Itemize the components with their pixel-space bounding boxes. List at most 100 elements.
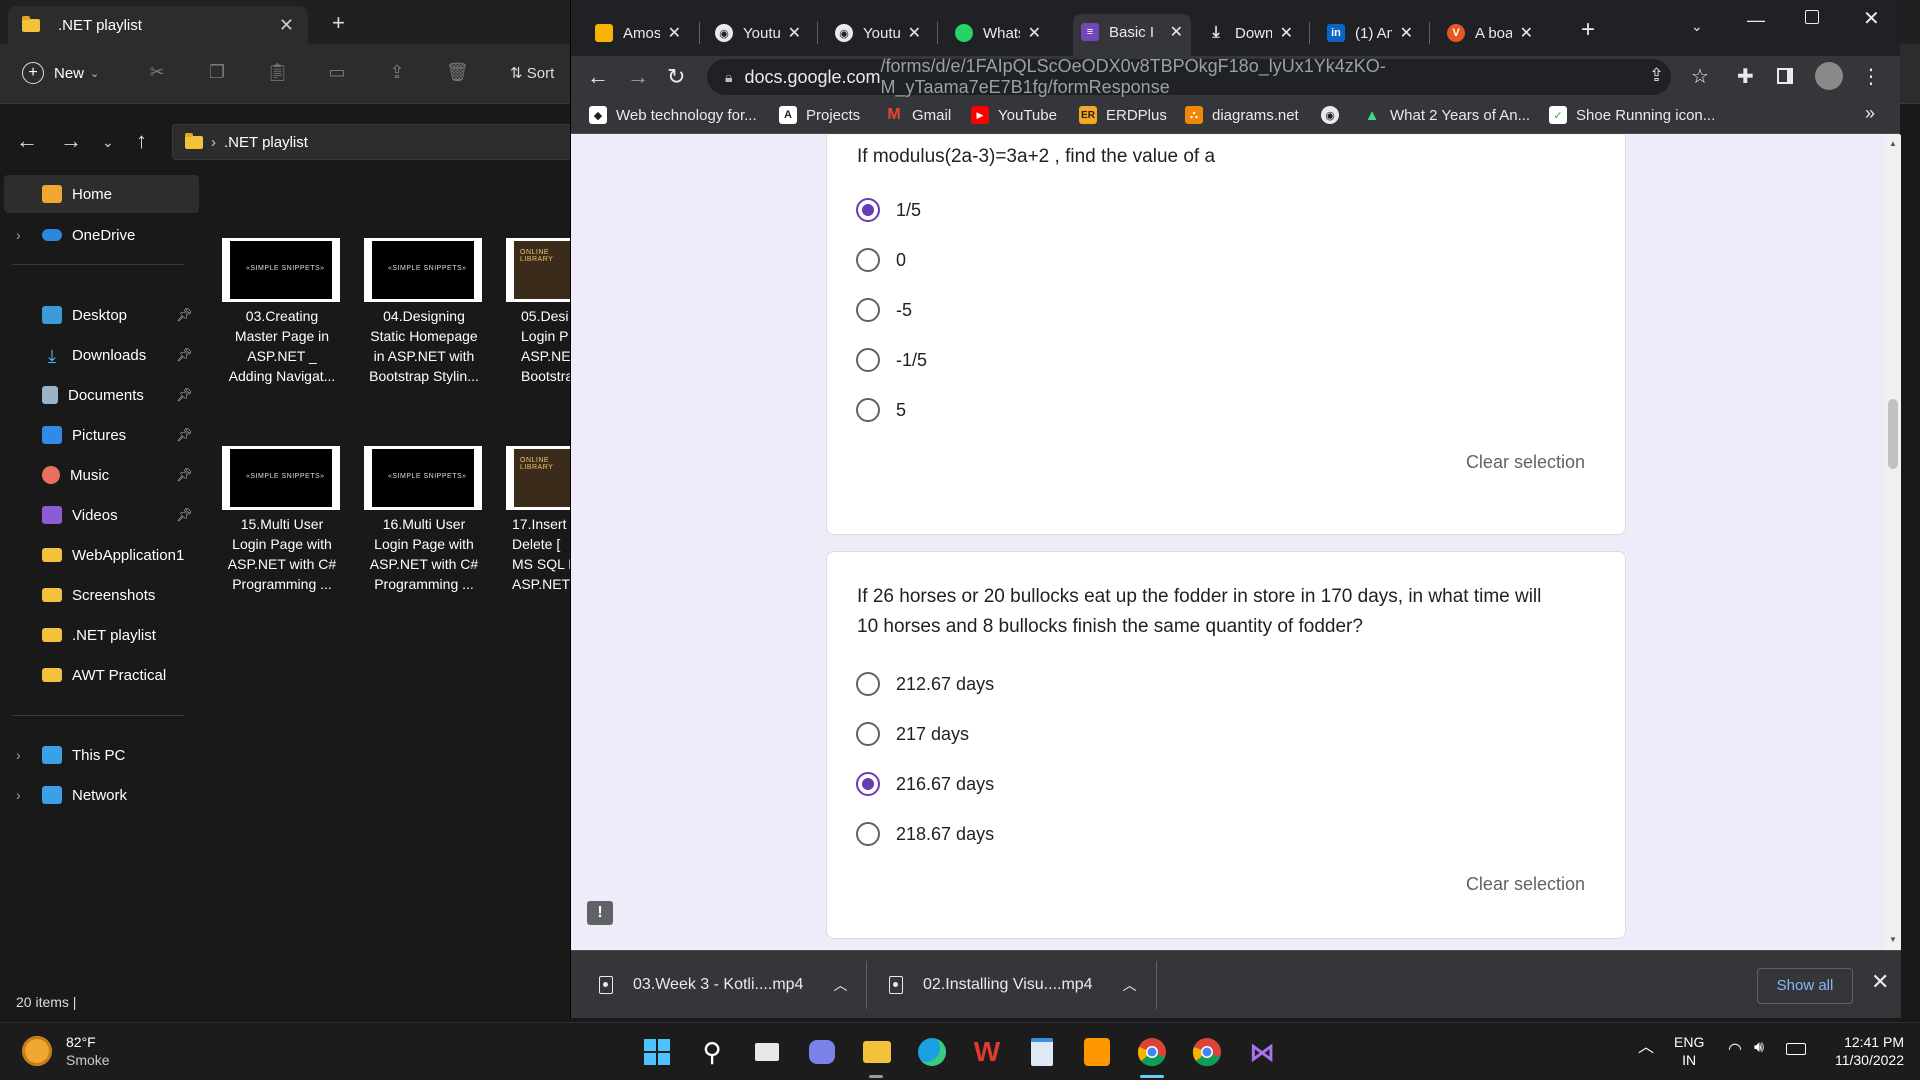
show-all-downloads-button[interactable]: Show all: [1757, 968, 1853, 1004]
radio-selected-icon[interactable]: [856, 198, 880, 222]
menu-icon[interactable]: ⋮: [1861, 64, 1881, 89]
browser-tab[interactable]: ◉ Youtul ✕: [827, 16, 929, 50]
file-item[interactable]: 05.Desi Login P ASP.NE Bootstrap: [493, 306, 570, 386]
new-tab-icon[interactable]: +: [332, 10, 345, 36]
battery-icon[interactable]: [1786, 1043, 1806, 1055]
clock[interactable]: 12:41 PM 11/30/2022: [1820, 1033, 1904, 1069]
video-thumbnail[interactable]: «SIMPLE SNIPPETS»: [222, 238, 340, 302]
sidebar-item-onedrive[interactable]: › OneDrive: [0, 216, 195, 254]
weather-widget[interactable]: 82°F Smoke: [22, 1033, 110, 1069]
rename-icon[interactable]: ▭: [326, 62, 348, 84]
radio-selected-icon[interactable]: [856, 772, 880, 796]
task-view-icon[interactable]: [750, 1035, 784, 1069]
sidebar-item-desktop[interactable]: Desktop 📌︎: [0, 296, 195, 334]
forward-arrow-icon[interactable]: →: [627, 64, 649, 90]
volume-icon[interactable]: 🔊︎: [1754, 1039, 1764, 1057]
close-download-shelf-icon[interactable]: ✕: [1871, 969, 1889, 995]
search-icon[interactable]: ⚲: [695, 1035, 729, 1069]
option-radio[interactable]: 0: [856, 248, 906, 272]
address-bar[interactable]: › .NET playlist: [172, 124, 572, 160]
page-scrollbar[interactable]: ▲ ▼: [1885, 135, 1901, 950]
expand-chevron-icon[interactable]: ›: [16, 747, 21, 763]
explorer-tab[interactable]: .NET playlist ✕: [8, 6, 308, 44]
radio-icon[interactable]: [856, 348, 880, 372]
close-tab-icon[interactable]: ✕: [1280, 23, 1293, 43]
option-radio[interactable]: 5: [856, 398, 906, 422]
option-radio[interactable]: 216.67 days: [856, 772, 994, 796]
sidebar-item-network[interactable]: › Network: [0, 776, 195, 814]
scrollbar-thumb[interactable]: [1888, 399, 1898, 469]
browser-tab[interactable]: Amosi ✕: [587, 16, 689, 50]
option-radio[interactable]: -5: [856, 298, 912, 322]
chrome-profile-icon[interactable]: [1190, 1035, 1224, 1069]
sublime-text-icon[interactable]: [1080, 1035, 1114, 1069]
file-item[interactable]: 03.Creating Master Page in ASP.NET _ Add…: [209, 306, 355, 386]
sidebar-item-webapplication1[interactable]: WebApplication1: [0, 536, 195, 574]
option-radio[interactable]: 212.67 days: [856, 672, 994, 696]
minimize-icon[interactable]: —: [1747, 10, 1765, 31]
back-arrow-icon[interactable]: ←: [16, 128, 38, 154]
address-bar[interactable]: 🔒︎ docs.google.com/forms/d/e/1FAIpQLScOe…: [707, 56, 1671, 97]
video-thumbnail[interactable]: ONLINE LIBRARY: [506, 446, 570, 510]
new-tab-button[interactable]: +: [1581, 16, 1595, 44]
close-tab-icon[interactable]: ✕: [668, 23, 681, 43]
tab-search-icon[interactable]: ⌄: [1691, 18, 1703, 35]
close-window-icon[interactable]: ✕: [1863, 6, 1880, 31]
language-indicator[interactable]: ENG IN: [1674, 1033, 1704, 1069]
sidebar-item-downloads[interactable]: ⤓ Downloads 📌︎: [0, 336, 195, 374]
clear-selection-button[interactable]: Clear selection: [1466, 452, 1585, 473]
profile-avatar[interactable]: [1815, 62, 1843, 90]
download-item[interactable]: 02.Installing Visu....mp4 ︿: [889, 951, 1137, 1019]
close-tab-icon[interactable]: ✕: [788, 23, 801, 43]
radio-icon[interactable]: [856, 398, 880, 422]
back-arrow-icon[interactable]: ←: [587, 64, 609, 90]
chevron-up-icon[interactable]: ︿: [1123, 975, 1137, 995]
reload-icon[interactable]: ↻: [667, 64, 685, 90]
sort-button[interactable]: ⇅ Sort: [510, 64, 554, 82]
close-tab-icon[interactable]: ✕: [279, 15, 294, 36]
file-explorer-icon[interactable]: [860, 1035, 894, 1069]
share-icon[interactable]: ⇪: [386, 62, 408, 84]
maximize-icon[interactable]: [1805, 10, 1819, 24]
more-bookmarks-icon[interactable]: »: [1865, 103, 1875, 124]
sidebar-item-net-playlist[interactable]: .NET playlist: [0, 616, 195, 654]
report-issue-icon[interactable]: !: [587, 901, 613, 925]
option-radio[interactable]: -1/5: [856, 348, 927, 372]
option-radio[interactable]: 217 days: [856, 722, 969, 746]
share-icon[interactable]: ⇪: [1649, 65, 1664, 86]
cut-icon[interactable]: ✂: [146, 62, 168, 84]
radio-icon[interactable]: [856, 722, 880, 746]
bookmark-item[interactable]: ⛬ diagrams.net: [1185, 106, 1299, 124]
forward-arrow-icon[interactable]: →: [60, 128, 82, 154]
sidebar-item-documents[interactable]: Documents 📌︎: [0, 376, 195, 414]
paste-icon[interactable]: 📋︎: [266, 62, 289, 84]
bookmark-item[interactable]: A Projects: [779, 106, 860, 124]
scroll-down-arrow-icon[interactable]: ▼: [1889, 935, 1897, 944]
expand-chevron-icon[interactable]: ›: [16, 227, 21, 243]
file-item[interactable]: 15.Multi User Login Page with ASP.NET wi…: [209, 514, 355, 594]
bookmark-item[interactable]: ER ERDPlus: [1079, 106, 1167, 124]
video-thumbnail[interactable]: «SIMPLE SNIPPETS»: [364, 238, 482, 302]
browser-tab[interactable]: V A boa ✕: [1439, 16, 1541, 50]
edge-icon[interactable]: [915, 1035, 949, 1069]
file-item[interactable]: 04.Designing Static Homepage in ASP.NET …: [351, 306, 497, 386]
radio-icon[interactable]: [856, 298, 880, 322]
clear-selection-button[interactable]: Clear selection: [1466, 874, 1585, 895]
close-tab-icon[interactable]: ✕: [1520, 23, 1533, 43]
delete-icon[interactable]: 🗑︎: [446, 62, 469, 84]
browser-tab[interactable]: ⤓ Downl ✕: [1199, 16, 1301, 50]
scroll-up-arrow-icon[interactable]: ▲: [1889, 139, 1897, 148]
close-tab-icon[interactable]: ✕: [1400, 23, 1413, 43]
start-button[interactable]: [640, 1035, 674, 1069]
video-thumbnail[interactable]: ONLINE LIBRARY: [506, 238, 570, 302]
notepad-icon[interactable]: [1025, 1035, 1059, 1069]
bookmark-item[interactable]: ◆ Web technology for...: [589, 106, 757, 124]
chevron-up-icon[interactable]: ︿: [1638, 1039, 1654, 1057]
bookmark-item[interactable]: ◉: [1321, 106, 1348, 124]
browser-tab[interactable]: in (1) Am ✕: [1319, 16, 1421, 50]
file-item[interactable]: 17.Insert Delete [ MS SQL D ASP.NET _: [493, 514, 570, 594]
bookmark-item[interactable]: ▲ What 2 Years of An...: [1363, 106, 1531, 124]
chrome-icon[interactable]: [1135, 1035, 1169, 1069]
copy-icon[interactable]: ❐: [206, 62, 228, 84]
visual-studio-icon[interactable]: ⋈: [1245, 1035, 1279, 1069]
